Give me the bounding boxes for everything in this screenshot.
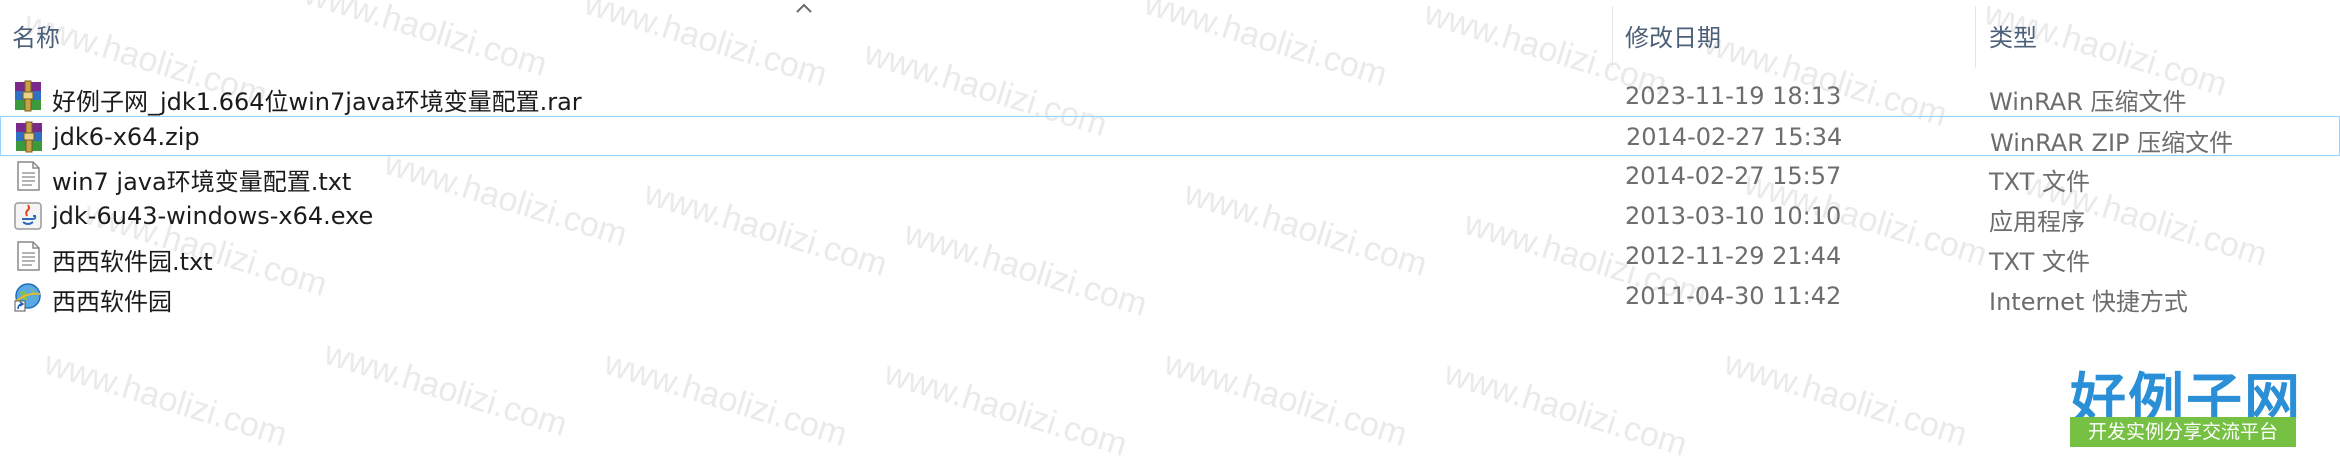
java-installer-icon [14,202,42,230]
watermark-text: www.haolizi.com [1160,344,1412,454]
column-header-type[interactable]: 类型 [1989,18,2037,53]
file-type: Internet 快捷方式 [1989,288,2188,316]
file-modified-date: 2013-03-10 10:10 [1625,202,1842,230]
column-header-name[interactable]: 名称 [12,18,60,53]
file-type: WinRAR ZIP 压缩文件 [1990,129,2234,157]
watermark-text: www.haolizi.com [1440,354,1692,464]
sort-ascending-icon [796,3,812,13]
file-row[interactable]: 好例子网_jdk1.664位win7java环境变量配置.rar 2023-11… [0,76,2340,116]
column-divider[interactable] [1612,6,1613,68]
logo-tagline: 开发实例分享交流平台 [2070,417,2296,447]
watermark-text: www.haolizi.com [320,334,572,444]
text-file-icon [17,161,40,191]
file-modified-date: 2012-11-29 21:44 [1625,242,1842,270]
file-row[interactable]: 西西软件园 2011-04-30 11:42 Internet 快捷方式 [0,276,2340,316]
watermark-text: www.haolizi.com [1720,344,1972,454]
file-modified-date: 2014-02-27 15:34 [1626,123,1843,151]
file-name: jdk6-x64.zip [53,123,200,151]
column-header-date[interactable]: 修改日期 [1625,18,1721,53]
file-type: WinRAR 压缩文件 [1989,88,2187,116]
file-row[interactable]: jdk6-x64.zip 2014-02-27 15:34 WinRAR ZIP… [0,116,2340,157]
file-modified-date: 2023-11-19 18:13 [1625,82,1842,110]
file-name: win7 java环境变量配置.txt [52,168,352,196]
column-header-bar: 名称 修改日期 类型 [0,0,2340,70]
file-type: TXT 文件 [1989,248,2090,276]
file-type: TXT 文件 [1989,168,2090,196]
text-file-icon [17,241,40,271]
file-row[interactable]: win7 java环境变量配置.txt 2014-02-27 15:57 TXT… [0,156,2340,196]
file-name: 好例子网_jdk1.664位win7java环境变量配置.rar [52,88,582,116]
file-name: 西西软件园 [52,288,172,316]
watermark-text: www.haolizi.com [600,344,852,454]
file-modified-date: 2014-02-27 15:57 [1625,162,1842,190]
site-logo: 好例子网 开发实例分享交流平台 [2066,355,2336,451]
file-name: 西西软件园.txt [52,248,213,276]
file-row[interactable]: 西西软件园.txt 2012-11-29 21:44 TXT 文件 [0,236,2340,276]
file-row[interactable]: jdk-6u43-windows-x64.exe 2013-03-10 10:1… [0,196,2340,236]
file-type: 应用程序 [1989,208,2085,236]
winrar-archive-icon [15,80,41,112]
file-name: jdk-6u43-windows-x64.exe [52,202,374,230]
winrar-archive-icon [16,121,42,153]
column-divider[interactable] [1975,6,1976,68]
watermark-text: www.haolizi.com [880,354,1132,464]
watermark-text: www.haolizi.com [40,344,292,454]
internet-shortcut-icon [14,283,41,312]
file-modified-date: 2011-04-30 11:42 [1625,282,1842,310]
